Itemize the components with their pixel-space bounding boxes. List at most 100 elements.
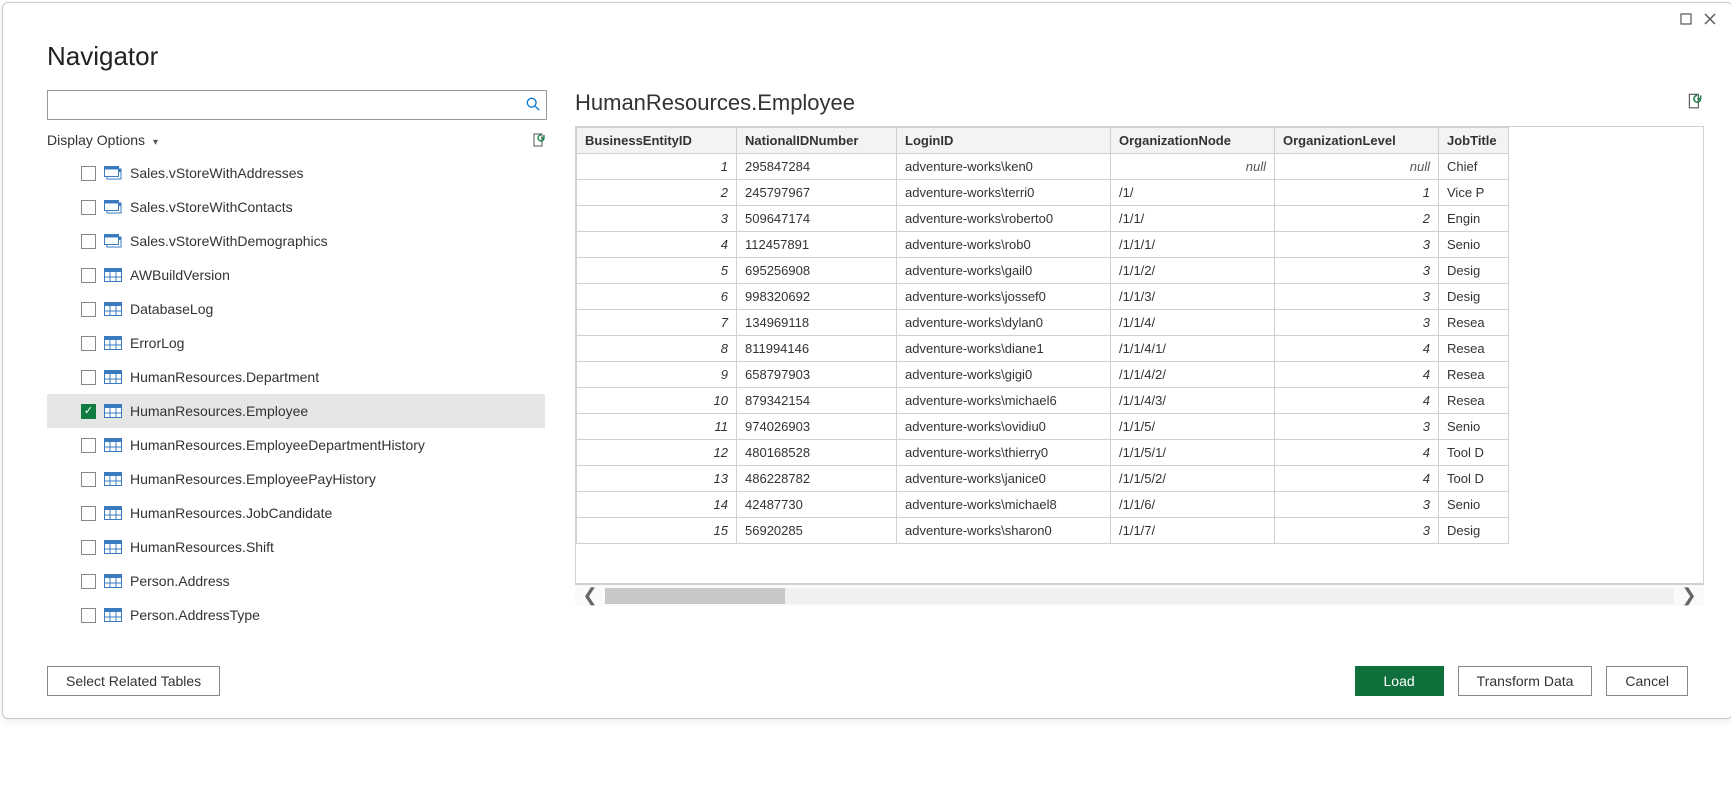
display-options-dropdown[interactable]: Display Options ▾ bbox=[47, 132, 158, 148]
dialog-footer: Select Related Tables Load Transform Dat… bbox=[3, 640, 1731, 718]
tree-item[interactable]: Sales.vStoreWithDemographics bbox=[47, 224, 545, 258]
checkbox[interactable] bbox=[81, 540, 96, 555]
tree-item[interactable]: HumanResources.Department bbox=[47, 360, 545, 394]
maximize-icon[interactable] bbox=[1676, 12, 1696, 28]
refresh-icon[interactable] bbox=[531, 132, 547, 148]
search-box[interactable] bbox=[47, 90, 547, 120]
tree-item[interactable]: Person.AddressType bbox=[47, 598, 545, 632]
tree-item[interactable]: HumanResources.JobCandidate bbox=[47, 496, 545, 530]
cell: Vice P bbox=[1439, 180, 1509, 206]
search-icon[interactable] bbox=[526, 97, 540, 114]
column-header[interactable]: JobTitle bbox=[1439, 128, 1509, 154]
refresh-preview-icon[interactable] bbox=[1686, 90, 1704, 116]
horizontal-scrollbar[interactable]: ❮ ❯ bbox=[575, 584, 1704, 606]
column-header[interactable]: OrganizationNode bbox=[1111, 128, 1275, 154]
scroll-thumb[interactable] bbox=[605, 588, 785, 604]
table-row[interactable]: 5695256908adventure-works\gail0/1/1/2/3D… bbox=[577, 258, 1509, 284]
column-header[interactable]: OrganizationLevel bbox=[1275, 128, 1439, 154]
cell: adventure-works\michael8 bbox=[897, 492, 1111, 518]
table-icon bbox=[104, 336, 122, 350]
table-row[interactable]: 8811994146adventure-works\diane1/1/1/4/1… bbox=[577, 336, 1509, 362]
search-input[interactable] bbox=[54, 97, 526, 114]
checkbox[interactable] bbox=[81, 302, 96, 317]
column-header[interactable]: NationalIDNumber bbox=[737, 128, 897, 154]
table-row[interactable]: 13486228782adventure-works\janice0/1/1/5… bbox=[577, 466, 1509, 492]
cell: null bbox=[1275, 154, 1439, 180]
titlebar bbox=[3, 3, 1731, 37]
cell: 15 bbox=[577, 518, 737, 544]
table-row[interactable]: 1556920285adventure-works\sharon0/1/1/7/… bbox=[577, 518, 1509, 544]
scroll-left-icon[interactable]: ❮ bbox=[575, 585, 605, 606]
cell: 3 bbox=[1275, 284, 1439, 310]
tree-item-label: HumanResources.EmployeeDepartmentHistory bbox=[130, 437, 425, 453]
cell: 112457891 bbox=[737, 232, 897, 258]
tree-item[interactable]: ErrorLog bbox=[47, 326, 545, 360]
cancel-button[interactable]: Cancel bbox=[1606, 666, 1688, 696]
cell: adventure-works\rob0 bbox=[897, 232, 1111, 258]
table-row[interactable]: 3509647174adventure-works\roberto0/1/1/2… bbox=[577, 206, 1509, 232]
close-icon[interactable] bbox=[1700, 12, 1720, 28]
transform-data-button[interactable]: Transform Data bbox=[1458, 666, 1593, 696]
cell: 3 bbox=[1275, 492, 1439, 518]
cell: /1/1/3/ bbox=[1111, 284, 1275, 310]
tree-item[interactable]: Sales.vStoreWithAddresses bbox=[47, 156, 545, 190]
checkbox[interactable] bbox=[81, 506, 96, 521]
checkbox[interactable] bbox=[81, 438, 96, 453]
checkbox[interactable] bbox=[81, 268, 96, 283]
checkbox[interactable]: ✓ bbox=[81, 404, 96, 419]
checkbox[interactable] bbox=[81, 472, 96, 487]
display-options-label: Display Options bbox=[47, 132, 145, 148]
table-row[interactable]: 10879342154adventure-works\michael6/1/1/… bbox=[577, 388, 1509, 414]
cell: 486228782 bbox=[737, 466, 897, 492]
checkbox[interactable] bbox=[81, 608, 96, 623]
data-grid[interactable]: BusinessEntityIDNationalIDNumberLoginIDO… bbox=[575, 126, 1704, 584]
tree-item[interactable]: HumanResources.EmployeeDepartmentHistory bbox=[47, 428, 545, 462]
cell: adventure-works\diane1 bbox=[897, 336, 1111, 362]
checkbox[interactable] bbox=[81, 234, 96, 249]
table-icon bbox=[104, 302, 122, 316]
table-row[interactable]: 7134969118adventure-works\dylan0/1/1/4/3… bbox=[577, 310, 1509, 336]
tree-item-label: HumanResources.Shift bbox=[130, 539, 274, 555]
cell: 1 bbox=[577, 154, 737, 180]
table-row[interactable]: 9658797903adventure-works\gigi0/1/1/4/2/… bbox=[577, 362, 1509, 388]
tree-item[interactable]: ✓HumanResources.Employee bbox=[47, 394, 545, 428]
column-header[interactable]: LoginID bbox=[897, 128, 1111, 154]
tree-item[interactable]: HumanResources.Shift bbox=[47, 530, 545, 564]
cell: Senio bbox=[1439, 414, 1509, 440]
table-row[interactable]: 4112457891adventure-works\rob0/1/1/1/3Se… bbox=[577, 232, 1509, 258]
cell: /1/1/1/ bbox=[1111, 232, 1275, 258]
tree-item[interactable]: Sales.vStoreWithContacts bbox=[47, 190, 545, 224]
cell: 509647174 bbox=[737, 206, 897, 232]
cell: Senio bbox=[1439, 492, 1509, 518]
table-row[interactable]: 12480168528adventure-works\thierry0/1/1/… bbox=[577, 440, 1509, 466]
cell: 2 bbox=[1275, 206, 1439, 232]
table-row[interactable]: 11974026903adventure-works\ovidiu0/1/1/5… bbox=[577, 414, 1509, 440]
tree-item[interactable]: Person.Address bbox=[47, 564, 545, 598]
tree-item[interactable]: HumanResources.EmployeePayHistory bbox=[47, 462, 545, 496]
cell: 879342154 bbox=[737, 388, 897, 414]
table-row[interactable]: 2245797967adventure-works\terri0/1/1Vice… bbox=[577, 180, 1509, 206]
cell: /1/ bbox=[1111, 180, 1275, 206]
table-row[interactable]: 1295847284adventure-works\ken0nullnullCh… bbox=[577, 154, 1509, 180]
checkbox[interactable] bbox=[81, 370, 96, 385]
checkbox[interactable] bbox=[81, 200, 96, 215]
table-icon bbox=[104, 404, 122, 418]
tree-item[interactable]: AWBuildVersion bbox=[47, 258, 545, 292]
cell: adventure-works\terri0 bbox=[897, 180, 1111, 206]
column-header[interactable]: BusinessEntityID bbox=[577, 128, 737, 154]
table-row[interactable]: 1442487730adventure-works\michael8/1/1/6… bbox=[577, 492, 1509, 518]
view-icon bbox=[104, 166, 122, 180]
navigator-tree[interactable]: Sales.vStoreWithAddressesSales.vStoreWit… bbox=[47, 156, 547, 632]
load-button[interactable]: Load bbox=[1355, 666, 1444, 696]
scroll-track[interactable] bbox=[605, 588, 1674, 604]
select-related-tables-button[interactable]: Select Related Tables bbox=[47, 666, 220, 696]
cell: 658797903 bbox=[737, 362, 897, 388]
cell: adventure-works\gail0 bbox=[897, 258, 1111, 284]
checkbox[interactable] bbox=[81, 336, 96, 351]
table-row[interactable]: 6998320692adventure-works\jossef0/1/1/3/… bbox=[577, 284, 1509, 310]
cell: 295847284 bbox=[737, 154, 897, 180]
scroll-right-icon[interactable]: ❯ bbox=[1674, 585, 1704, 606]
checkbox[interactable] bbox=[81, 574, 96, 589]
checkbox[interactable] bbox=[81, 166, 96, 181]
tree-item[interactable]: DatabaseLog bbox=[47, 292, 545, 326]
